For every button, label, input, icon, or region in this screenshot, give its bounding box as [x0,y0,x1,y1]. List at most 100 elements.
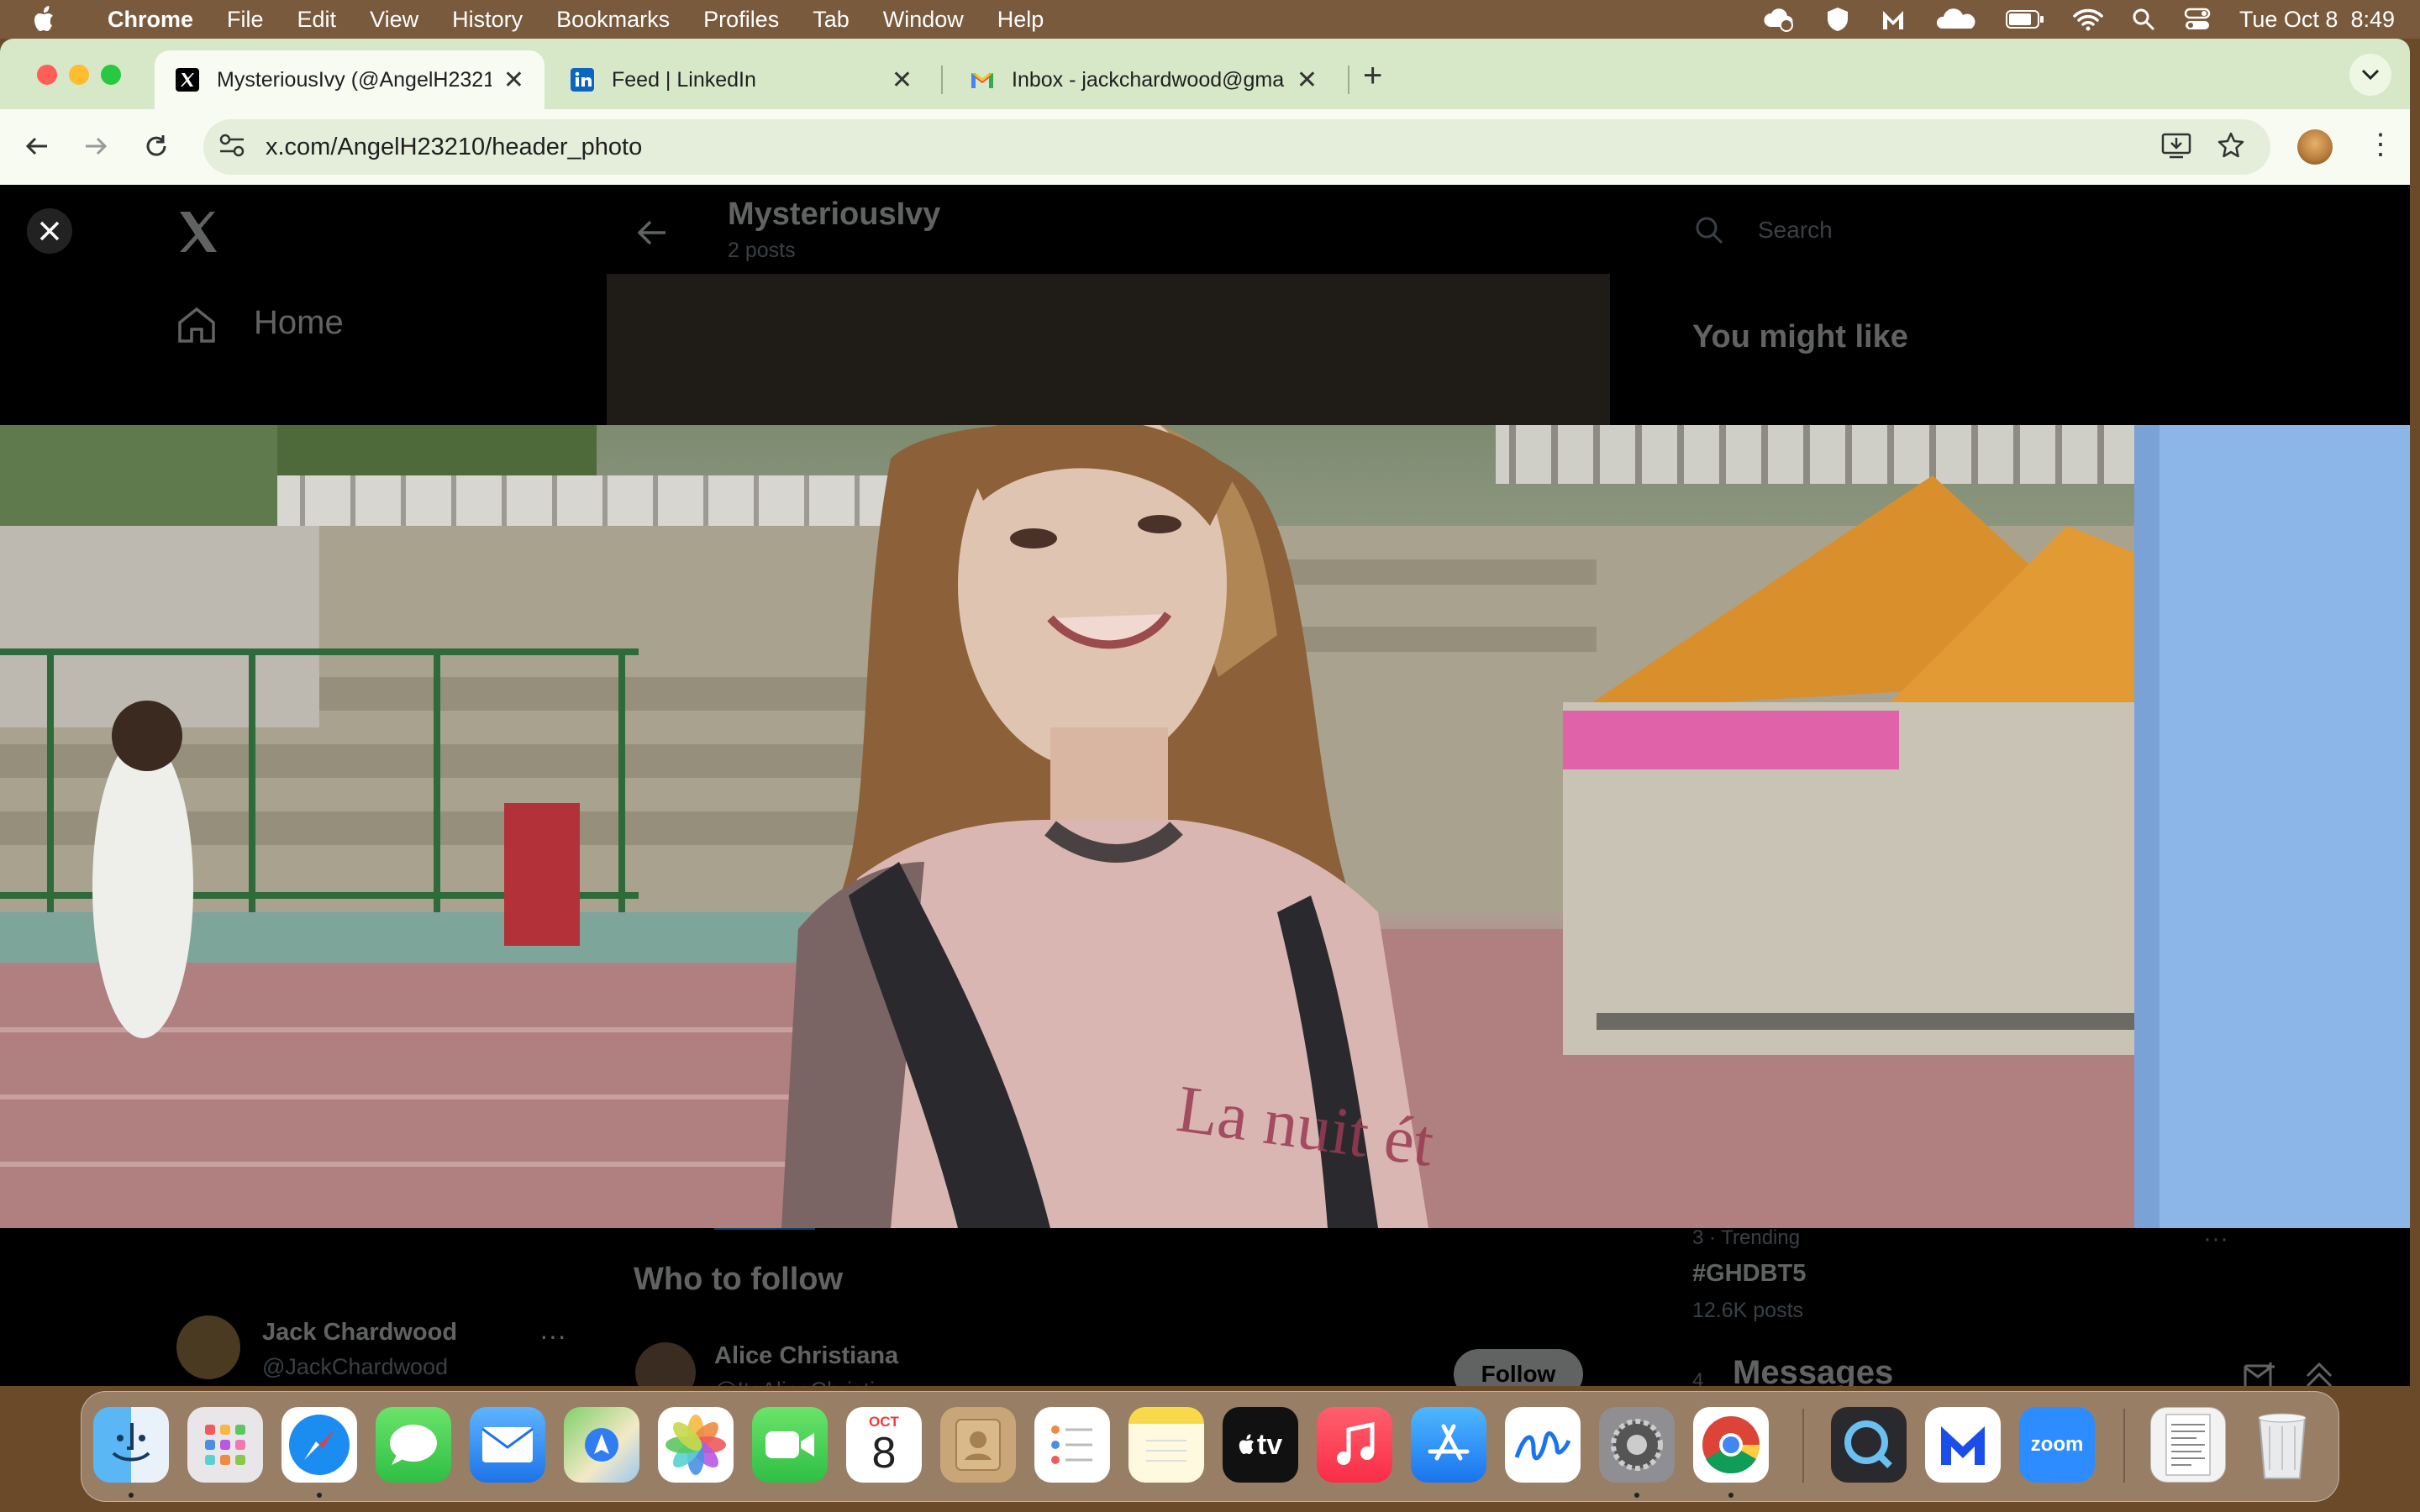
control-center-icon[interactable] [2184,8,2211,31]
linkedin-icon [570,67,595,92]
follow-button[interactable]: Follow [1454,1349,1583,1386]
dock-system-settings-icon[interactable] [1599,1407,1675,1483]
trending-tag[interactable]: #GHDBT5 [1692,1260,1806,1288]
tab-linkedin[interactable]: Feed | LinkedIn ✕ [550,50,933,109]
back-arrow-icon [637,220,666,245]
apple-menu-icon[interactable] [0,6,91,33]
calendar-day: 8 [871,1429,897,1478]
tab-close-icon[interactable]: ✕ [503,66,524,95]
trending-meta: 3 · Trending [1692,1226,1801,1249]
dock-facetime-icon[interactable] [752,1407,828,1483]
running-indicator [129,1493,134,1498]
dock-music-icon[interactable] [1317,1407,1392,1483]
dock-reminders-icon[interactable] [1034,1407,1110,1483]
current-user-avatar[interactable] [176,1315,240,1379]
running-indicator [1728,1493,1733,1498]
profile-name: MysteriousIvy [728,197,941,232]
dock-zoom-icon[interactable]: zoom [2019,1407,2095,1483]
trend-more-icon[interactable]: ··· [2203,1225,2228,1253]
dock-mail-icon[interactable] [470,1407,545,1483]
dock-document-icon[interactable] [2150,1407,2226,1483]
back-button[interactable] [20,129,54,163]
running-indicator [317,1493,322,1498]
site-settings-icon[interactable] [218,133,252,162]
tab-close-icon[interactable]: ✕ [892,66,913,95]
dock-launchpad-icon[interactable] [187,1407,263,1483]
chrome-menu-icon[interactable]: ⋮ [2366,128,2395,161]
menu-profiles[interactable]: Profiles [687,7,796,33]
dock-tv-icon[interactable]: tv [1223,1407,1298,1483]
home-icon [178,307,215,343]
chevron-up-icon[interactable] [2304,1359,2334,1386]
menu-app-name[interactable]: Chrome [91,7,210,33]
dock-messages-icon[interactable] [376,1407,451,1483]
dock-malwarebytes-icon[interactable] [1925,1407,2001,1483]
tab-x-profile[interactable]: MysteriousIvy (@AngelH23210 ✕ [155,50,544,109]
messages-label[interactable]: Messages [1733,1354,1893,1386]
shield-icon[interactable] [1824,6,1851,33]
profile-header-banner [607,274,1610,425]
tab-close-icon[interactable]: ✕ [1297,66,1318,95]
menu-view[interactable]: View [353,7,435,33]
search-placeholder[interactable]: Search [1758,217,1833,244]
x-logo-icon [175,67,200,92]
nav-home-label[interactable]: Home [254,304,344,342]
dock-freeform-icon[interactable] [1505,1407,1581,1483]
you-might-like-heading: You might like [1692,319,1908,354]
suggestion-handle: @ItsAliceChristi [714,1378,875,1386]
menu-history[interactable]: History [435,7,539,33]
menu-window[interactable]: Window [866,7,981,33]
dock-finder-icon[interactable] [93,1407,169,1483]
profile-avatar[interactable] [2297,129,2333,165]
suggestion-avatar[interactable] [635,1342,696,1386]
new-message-icon[interactable] [2244,1361,2277,1386]
tab-search-button[interactable] [2349,54,2391,96]
tab-title: Inbox - jackchardwood@gmail [1012,67,1285,92]
more-options-icon[interactable]: ··· [539,1320,566,1352]
tab-title: MysteriousIvy (@AngelH23210 [217,67,492,92]
bookmark-star-icon[interactable] [2217,131,2245,160]
dock-notes-icon[interactable] [1128,1407,1204,1483]
menu-file[interactable]: File [210,7,281,33]
dock-contacts-icon[interactable] [940,1407,1016,1483]
dock-trash-icon[interactable] [2244,1407,2320,1483]
dock-safari-icon[interactable] [281,1407,357,1483]
close-lightbox-button[interactable] [27,208,72,254]
arrow-left-icon [25,137,47,155]
menu-help[interactable]: Help [981,7,1061,33]
menubar-clock[interactable]: Tue Oct 8 8:49 [2239,7,2395,33]
url-text: x.com/AngelH23210/header_photo [266,133,643,160]
dock-photos-icon[interactable] [658,1407,734,1483]
menu-bookmarks[interactable]: Bookmarks [539,7,687,33]
spotlight-search-icon[interactable] [2132,8,2155,31]
dock-maps-icon[interactable] [564,1407,639,1483]
cloud-icon[interactable] [1935,8,1977,30]
menu-edit[interactable]: Edit [281,7,354,33]
install-app-icon[interactable] [2161,131,2191,160]
dock-chrome-icon[interactable] [1693,1407,1769,1483]
forward-button[interactable] [79,129,113,163]
battery-icon[interactable] [2005,9,2044,29]
who-to-follow-heading: Who to follow [634,1262,844,1297]
malwarebytes-menu-icon[interactable] [1880,6,1907,33]
window-close-button[interactable] [37,65,57,85]
reload-button[interactable] [139,129,173,163]
trending-count: 12.6K posts [1692,1299,1804,1322]
menu-tab[interactable]: Tab [796,7,866,33]
header-photo: La nuit ét [0,425,2410,1228]
tab-gmail[interactable]: Inbox - jackchardwood@gmail ✕ [950,50,1338,109]
trending-next-index: 4 [1692,1369,1704,1386]
reload-icon [146,135,166,156]
dock-quicktime-icon[interactable] [1831,1407,1907,1483]
dock-app-store-icon[interactable] [1411,1407,1486,1483]
new-tab-button[interactable]: + [1363,57,1382,95]
current-user-name: Jack Chardwood [262,1319,458,1346]
dock-calendar-icon[interactable]: OCT 8 [846,1407,922,1483]
window-zoom-button[interactable] [101,65,121,85]
window-minimize-button[interactable] [69,65,89,85]
post-count: 2 posts [728,239,796,262]
tab-separator [941,66,943,94]
wifi-icon[interactable] [2073,8,2103,31]
creative-cloud-icon[interactable] [1762,7,1796,32]
address-bar[interactable]: x.com/AngelH23210/header_photo [203,119,2270,175]
